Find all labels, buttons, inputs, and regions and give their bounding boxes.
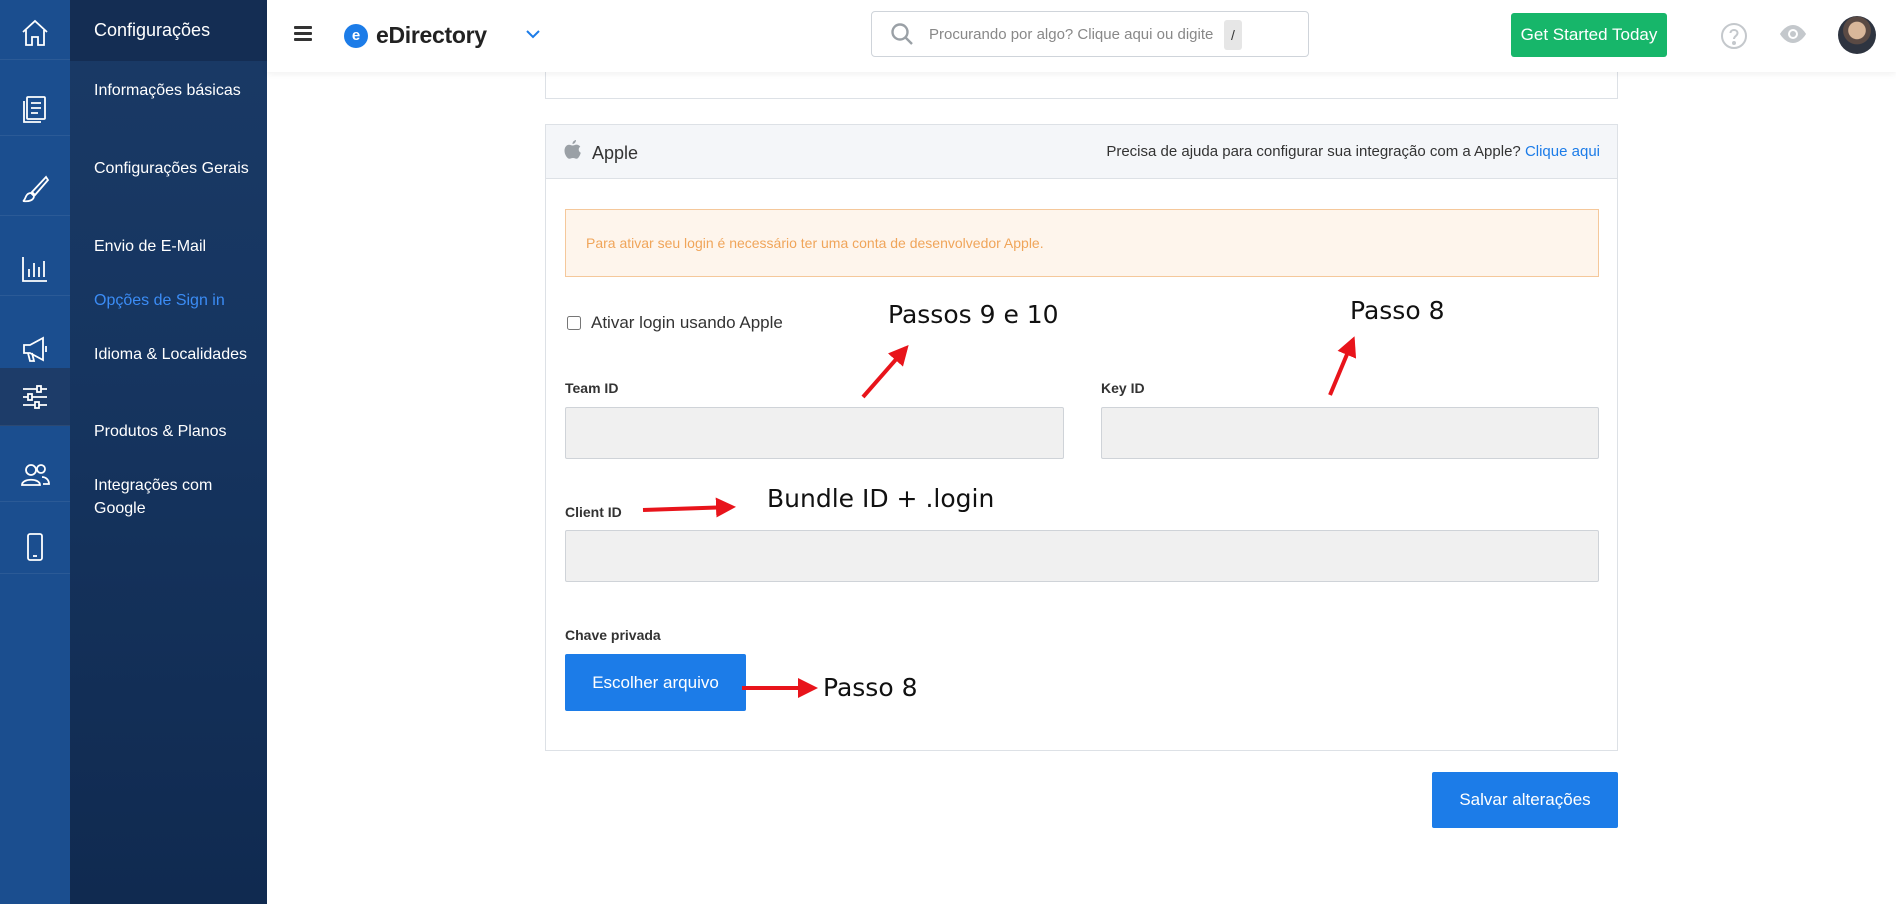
save-changes-button[interactable]: Salvar alterações	[1432, 772, 1618, 828]
rail-users[interactable]	[0, 448, 70, 502]
help-icon[interactable]	[1720, 22, 1748, 50]
top-bar: e eDirectory / Get Started Today	[267, 0, 1896, 72]
search-input[interactable]	[929, 25, 1229, 43]
apple-card-title: Apple	[592, 143, 639, 163]
rail-content[interactable]	[0, 82, 70, 136]
apple-card-header: Apple Precisa de ajuda para configurar s…	[546, 125, 1617, 179]
developer-account-alert: Para ativar seu login é necessário ter u…	[565, 209, 1599, 277]
sidebar-header: Configurações	[70, 0, 267, 61]
sidebar-item-idioma-localidades[interactable]: Idioma & Localidades	[94, 343, 259, 366]
team-id-input[interactable]	[565, 407, 1064, 459]
annotation-team-id: Passos 9 e 10	[888, 300, 1059, 329]
sliders-icon	[23, 384, 47, 409]
home-icon	[22, 19, 48, 46]
apple-help-text: Precisa de ajuda para configurar sua int…	[1106, 143, 1600, 160]
search-box[interactable]: /	[871, 11, 1309, 57]
sidebar-item-informacoes-basicas[interactable]: Informações básicas	[94, 79, 259, 102]
rail-design[interactable]	[0, 162, 70, 216]
client-id-label: Client ID	[565, 504, 622, 520]
choose-file-button[interactable]: Escolher arquivo	[565, 654, 746, 711]
brand[interactable]: e eDirectory	[344, 22, 487, 49]
annotation-private-key: Passo 8	[823, 673, 918, 702]
enable-apple-login-checkbox[interactable]	[567, 316, 581, 330]
megaphone-icon	[23, 335, 47, 362]
private-key-label: Chave privada	[565, 627, 661, 643]
get-started-button[interactable]: Get Started Today	[1511, 13, 1667, 57]
apple-help-link[interactable]: Clique aqui	[1525, 143, 1600, 160]
rail-settings[interactable]	[0, 368, 70, 426]
annotation-key-id: Passo 8	[1350, 296, 1445, 325]
document-icon	[23, 95, 46, 123]
chart-icon	[22, 256, 47, 282]
settings-sidebar: Configurações Informações básicas Config…	[70, 0, 267, 904]
search-icon	[891, 23, 913, 45]
avatar[interactable]	[1838, 16, 1876, 54]
sidebar-item-configuracoes-gerais[interactable]: Configurações Gerais	[94, 157, 259, 180]
search-shortcut-key: /	[1224, 20, 1242, 50]
sidebar-item-integracoes-google[interactable]: Integrações com Google	[94, 474, 259, 520]
sidebar-item-envio-email[interactable]: Envio de E-Mail	[94, 235, 259, 258]
rail-home[interactable]	[0, 6, 70, 60]
apple-icon	[564, 140, 581, 159]
brush-icon	[22, 175, 50, 202]
menu-icon[interactable]	[294, 26, 312, 41]
annotation-client-id: Bundle ID + .login	[767, 484, 995, 513]
icon-rail	[0, 0, 70, 904]
brand-name: eDirectory	[376, 22, 487, 48]
mobile-icon	[27, 532, 43, 561]
enable-apple-login-label[interactable]: Ativar login usando Apple	[591, 313, 783, 333]
eye-icon[interactable]	[1777, 22, 1809, 46]
key-id-label: Key ID	[1101, 380, 1145, 396]
client-id-input[interactable]	[565, 530, 1599, 582]
chevron-down-icon[interactable]	[525, 28, 541, 40]
rail-app[interactable]	[0, 520, 70, 574]
apple-help-label: Precisa de ajuda para configurar sua int…	[1106, 143, 1521, 160]
brand-logo: e	[344, 23, 368, 48]
key-id-input[interactable]	[1101, 407, 1599, 459]
sidebar-title: Configurações	[94, 20, 211, 40]
users-icon	[21, 463, 50, 486]
apple-login-card: Apple Precisa de ajuda para configurar s…	[545, 124, 1618, 751]
sidebar-item-opcoes-sign-in[interactable]: Opções de Sign in	[94, 289, 259, 312]
team-id-label: Team ID	[565, 380, 619, 396]
enable-apple-login-row: Ativar login usando Apple	[567, 313, 783, 333]
rail-reports[interactable]	[0, 242, 70, 296]
sidebar-item-produtos-planos[interactable]: Produtos & Planos	[94, 420, 259, 443]
